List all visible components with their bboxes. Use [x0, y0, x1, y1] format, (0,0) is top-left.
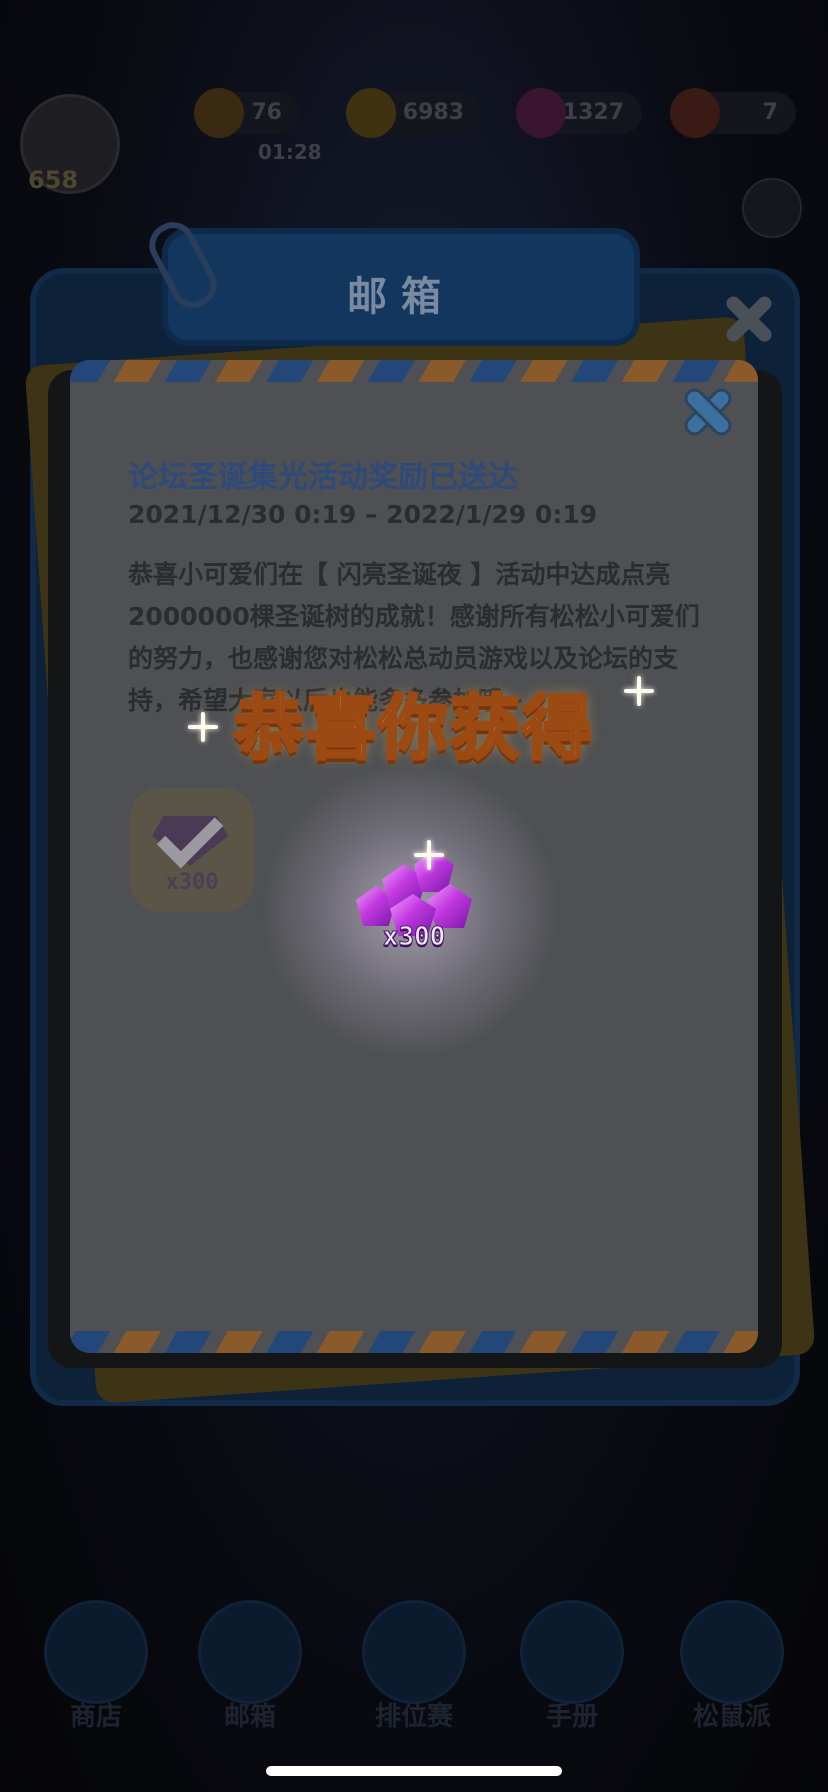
- nav-ranked: 排位赛: [354, 1600, 474, 1732]
- gem-icon: [516, 88, 566, 138]
- check-icon: [156, 801, 224, 869]
- gem-quantity: x300: [382, 922, 446, 953]
- letter-stripe-bottom: [70, 1331, 758, 1353]
- bottom-nav: 商店 邮箱 排位赛 手册 松鼠派: [0, 1600, 828, 1750]
- nav-squirrel: 松鼠派: [672, 1600, 792, 1732]
- player-level: 658: [28, 166, 79, 194]
- energy-icon: [194, 88, 244, 138]
- mail-date-range: 2021/12/30 0:19 – 2022/1/29 0:19: [128, 500, 598, 529]
- nav-shop: 商店: [36, 1600, 156, 1732]
- top-bar: 658 76 01:28 6983 1327 7: [0, 88, 828, 198]
- handbook-icon: [520, 1600, 624, 1704]
- coin-icon: [346, 88, 396, 138]
- letter-stripe-top: [70, 360, 758, 382]
- reward-slot: x300: [130, 788, 254, 912]
- play-icon: [362, 1600, 466, 1704]
- squirrel-icon: [680, 1600, 784, 1704]
- mail-icon: [198, 1600, 302, 1704]
- mailbox-close-icon: [718, 288, 780, 350]
- resource-energy: 76: [194, 88, 300, 138]
- sparkle-icon: [624, 676, 654, 706]
- mail-title: 论坛圣诞集光活动奖励已送达: [128, 460, 518, 495]
- resource-tickets: 7: [670, 88, 796, 138]
- energy-timer: 01:28: [258, 140, 322, 164]
- nav-handbook: 手册: [512, 1600, 632, 1732]
- mailbox-title: 邮箱: [347, 274, 455, 320]
- congrats-title: 恭喜你获得: [233, 686, 594, 771]
- reward-quantity: x300: [165, 870, 219, 895]
- gem-sparkle-icon: [414, 840, 444, 870]
- close-icon[interactable]: [680, 384, 736, 440]
- home-indicator[interactable]: [266, 1766, 562, 1776]
- shop-icon: [44, 1600, 148, 1704]
- resource-coins: 6983: [346, 88, 482, 138]
- ticket-icon: [670, 88, 720, 138]
- mailbox-title-plate: 邮箱: [162, 228, 640, 346]
- resource-gems: 1327: [516, 88, 642, 138]
- clock-icon: [742, 178, 802, 238]
- sparkle-icon: [188, 712, 218, 742]
- nav-mailbox: 邮箱: [190, 1600, 310, 1732]
